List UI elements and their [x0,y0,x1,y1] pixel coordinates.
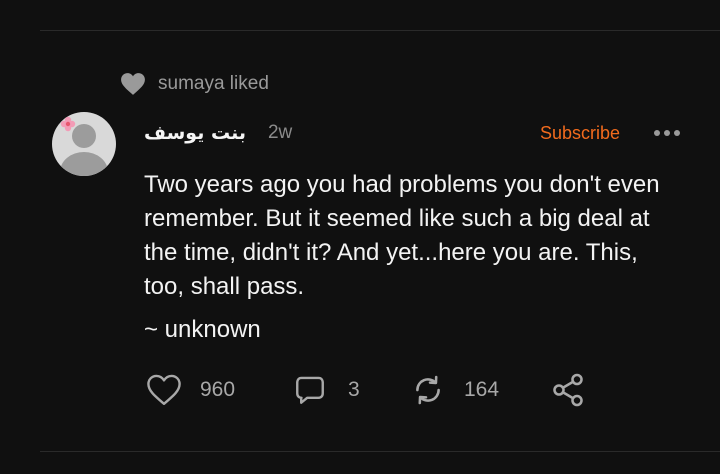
post-text: Two years ago you had problems you don't… [144,171,660,300]
restack-count: 164 [464,378,500,401]
author-name[interactable]: بنت يوسف [144,122,246,144]
action-bar: 960 3 164 [146,372,586,408]
share-button[interactable] [550,372,586,408]
like-count: 960 [200,378,236,401]
post-header: بنت يوسف 2w Subscribe [144,118,680,148]
bottom-divider [40,451,720,452]
liked-by-text[interactable]: sumaya liked [158,73,269,95]
avatar-body [60,152,108,176]
comment-icon [296,376,324,404]
post-signature: ~ unknown [144,316,261,343]
restack-icon [416,375,440,405]
top-divider [40,30,720,31]
post-feed-item: sumaya liked بنت يوسف 2w Subscribe Two y… [0,0,720,474]
activity-row: sumaya liked [120,72,269,96]
share-icon [553,373,583,407]
restack-button[interactable]: 164 [410,373,550,407]
heart-filled-icon [121,73,145,95]
post-body: Two years ago you had problems you don't… [144,168,684,304]
subscribe-button[interactable]: Subscribe [540,123,620,144]
comment-button[interactable]: 3 [292,373,410,407]
flower-icon [60,116,76,132]
avatar[interactable] [52,112,116,176]
heart-icon [147,374,181,405]
comment-count: 3 [348,378,360,401]
like-button[interactable]: 960 [146,373,292,407]
more-options-icon[interactable] [654,130,680,136]
post-timestamp[interactable]: 2w [268,122,292,144]
